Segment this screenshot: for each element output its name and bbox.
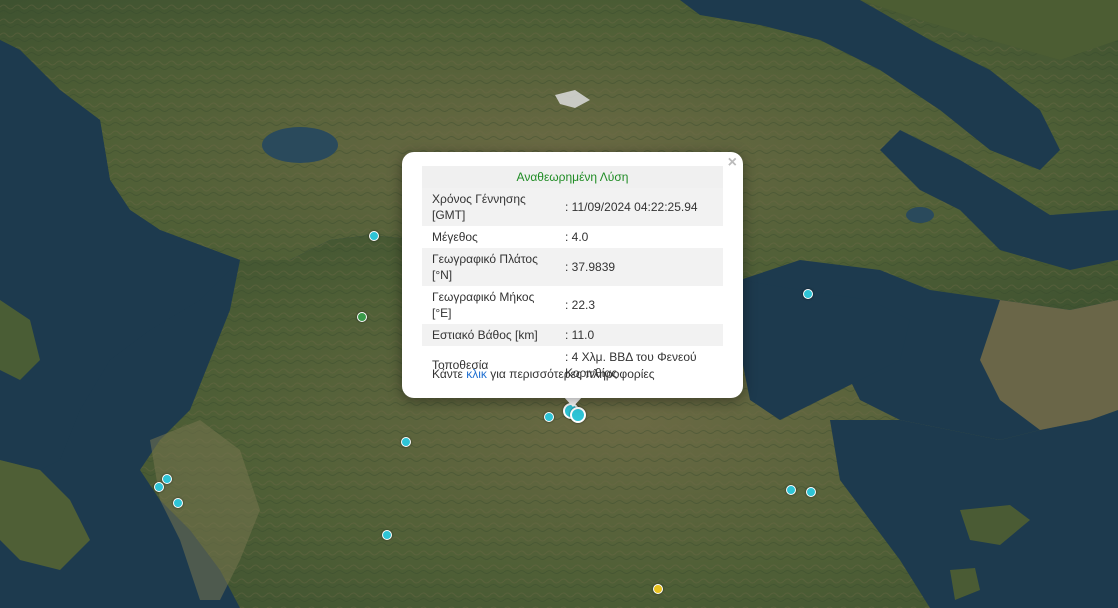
earthquake-marker[interactable] (173, 498, 183, 508)
satellite-map[interactable]: × Αναθεωρημένη Λύση Χρόνος Γέννησης [GMT… (0, 0, 1118, 608)
earthquake-marker[interactable] (357, 312, 367, 322)
footer-suffix: για περισσότερες πληροφορίες (486, 367, 655, 381)
latitude-label: Γεωγραφικό Πλάτος [°N] (422, 248, 559, 286)
depth-value: : 11.0 (559, 324, 723, 346)
earthquake-info-popup: × Αναθεωρημένη Λύση Χρόνος Γέννησης [GMT… (402, 152, 743, 398)
magnitude-value: : 4.0 (565, 230, 589, 244)
detail-row: Μέγεθος : 4.0 (422, 226, 723, 248)
detail-row: Χρόνος Γέννησης [GMT] : 11/09/2024 04:22… (422, 188, 723, 226)
footer-prefix: Κάντε (432, 367, 467, 381)
earthquake-marker[interactable] (382, 530, 392, 540)
origin-time-value: : 11/09/2024 04:22:25.94 (559, 188, 723, 226)
earthquake-marker[interactable] (803, 289, 813, 299)
earthquake-marker[interactable] (786, 485, 796, 495)
detail-row: Γεωγραφικό Μήκος [°E] : 22.3 (422, 286, 723, 324)
origin-time-label: Χρόνος Γέννησης [GMT] (422, 188, 559, 226)
earthquake-marker[interactable] (401, 437, 411, 447)
detail-row: Εστιακό Βάθος [km] : 11.0 (422, 324, 723, 346)
earthquake-marker[interactable] (806, 487, 816, 497)
earthquake-marker[interactable] (653, 584, 663, 594)
depth-label: Εστιακό Βάθος [km] (422, 324, 559, 346)
more-info-link[interactable]: κλικ (466, 367, 487, 381)
latitude-value: : 37.9839 (559, 248, 723, 286)
close-icon[interactable]: × (728, 155, 737, 171)
detail-row: Γεωγραφικό Πλάτος [°N] : 37.9839 (422, 248, 723, 286)
earthquake-marker[interactable] (162, 474, 172, 484)
popup-title: Αναθεωρημένη Λύση (422, 166, 723, 188)
earthquake-details-table: Αναθεωρημένη Λύση Χρόνος Γέννησης [GMT] … (422, 166, 723, 384)
earthquake-marker[interactable] (570, 407, 586, 423)
earthquake-marker[interactable] (369, 231, 379, 241)
popup-footer: Κάντε κλικ για περισσότερες πληροφορίες (432, 367, 655, 381)
longitude-value: : 22.3 (565, 298, 596, 312)
earthquake-marker[interactable] (544, 412, 554, 422)
earthquake-marker[interactable] (154, 482, 164, 492)
magnitude-label: Μέγεθος (432, 230, 478, 244)
longitude-label: Γεωγραφικό Μήκος [°E] (432, 290, 535, 320)
